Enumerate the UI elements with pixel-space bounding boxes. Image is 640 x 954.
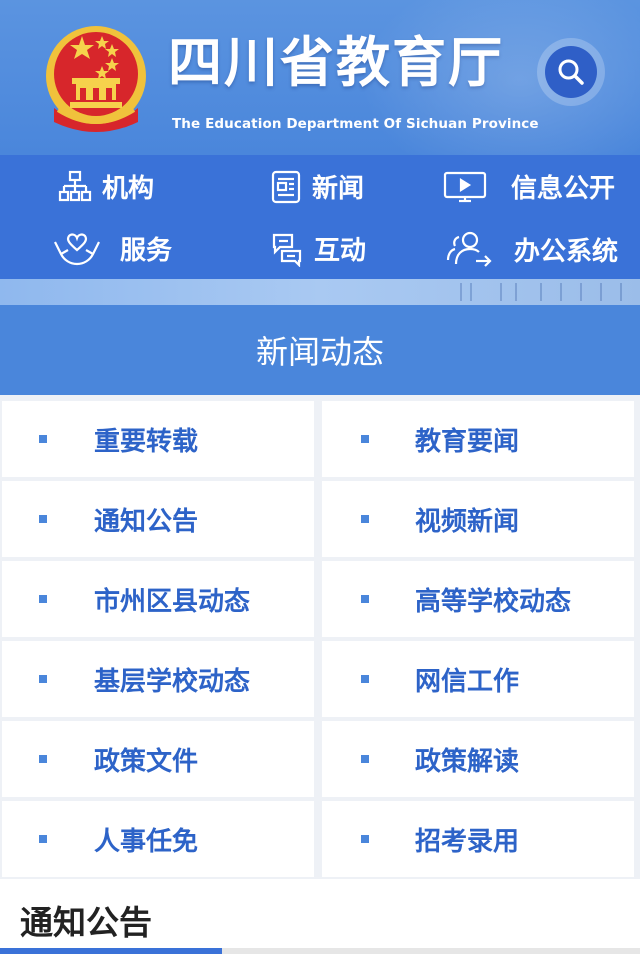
national-emblem-icon (46, 26, 146, 132)
category-label: 通知公告 (94, 506, 199, 537)
bullet-icon (39, 835, 47, 843)
nav-item-office-system[interactable]: 办公系统 (446, 228, 618, 270)
search-icon (558, 59, 584, 85)
nav-item-service[interactable]: 服务 (52, 228, 172, 268)
bullet-icon (361, 835, 369, 843)
bullet-icon (39, 515, 47, 523)
category-label: 教育要闻 (415, 426, 520, 457)
category-notices[interactable]: 通知公告 (2, 481, 314, 557)
heart-hands-icon (54, 233, 100, 266)
category-label: 视频新闻 (415, 506, 520, 537)
bullet-icon (361, 515, 369, 523)
banner-strip (0, 279, 640, 305)
category-label: 市州区县动态 (94, 586, 251, 617)
nav-item-label: 办公系统 (514, 236, 619, 267)
nav-item-info-public[interactable]: 信息公开 (443, 168, 615, 205)
main-nav: 机构 新闻 信息公开 服务 互动 办公系统 (0, 155, 640, 279)
category-label: 政策解读 (415, 746, 520, 777)
bullet-icon (39, 675, 47, 683)
category-grassroots-schools[interactable]: 基层学校动态 (2, 641, 314, 717)
bullet-icon (361, 595, 369, 603)
news-icon (271, 170, 301, 203)
category-cyber-info-work[interactable]: 网信工作 (322, 641, 634, 717)
bullet-icon (39, 595, 47, 603)
category-city-county-news[interactable]: 市州区县动态 (2, 561, 314, 637)
category-label: 高等学校动态 (415, 586, 572, 617)
site-subtitle: The Education Department Of Sichuan Prov… (172, 116, 539, 132)
nav-item-label: 互动 (314, 236, 367, 266)
category-label: 人事任免 (94, 826, 199, 857)
notice-tab-active-indicator (0, 948, 222, 954)
category-label: 招考录用 (415, 826, 520, 857)
category-label: 基层学校动态 (94, 666, 251, 697)
category-recruitment[interactable]: 招考录用 (322, 801, 634, 877)
category-grid: 重要转载 教育要闻 通知公告 视频新闻 市州区县动态 高等学校动态 基层学校动态… (0, 395, 640, 879)
chat-icon (272, 233, 302, 267)
monitor-icon (443, 171, 487, 202)
org-chart-icon (58, 170, 92, 201)
category-education-news[interactable]: 教育要闻 (322, 401, 634, 477)
category-video-news[interactable]: 视频新闻 (322, 481, 634, 557)
site-header: 四川省教育厅 The Education Department Of Sichu… (0, 0, 640, 155)
nav-item-label: 信息公开 (511, 174, 616, 204)
site-title: 四川省教育厅 (168, 31, 504, 94)
users-arrow-icon (446, 231, 492, 267)
bullet-icon (361, 675, 369, 683)
nav-item-label: 新闻 (312, 174, 365, 204)
category-label: 网信工作 (415, 666, 520, 697)
section-title: 新闻动态 (255, 333, 384, 371)
category-label: 政策文件 (94, 746, 199, 777)
category-policy-interpretation[interactable]: 政策解读 (322, 721, 634, 797)
category-label: 重要转载 (94, 426, 199, 457)
bullet-icon (39, 755, 47, 763)
category-important-reprints[interactable]: 重要转载 (2, 401, 314, 477)
nav-item-label: 机构 (102, 174, 155, 204)
notice-section-title[interactable]: 通知公告 (20, 896, 152, 944)
search-button[interactable] (537, 38, 605, 106)
category-personnel-appointments[interactable]: 人事任免 (2, 801, 314, 877)
category-university-news[interactable]: 高等学校动态 (322, 561, 634, 637)
section-header: 新闻动态 (0, 305, 640, 395)
nav-item-label: 服务 (120, 235, 173, 266)
bullet-icon (361, 435, 369, 443)
nav-item-org[interactable]: 机构 (58, 168, 154, 205)
nav-item-news[interactable]: 新闻 (270, 168, 364, 205)
nav-item-interaction[interactable]: 互动 (270, 230, 366, 267)
bullet-icon (39, 435, 47, 443)
bullet-icon (361, 755, 369, 763)
notice-tab-underline (0, 948, 640, 954)
search-button-inner (545, 46, 597, 98)
category-policy-documents[interactable]: 政策文件 (2, 721, 314, 797)
